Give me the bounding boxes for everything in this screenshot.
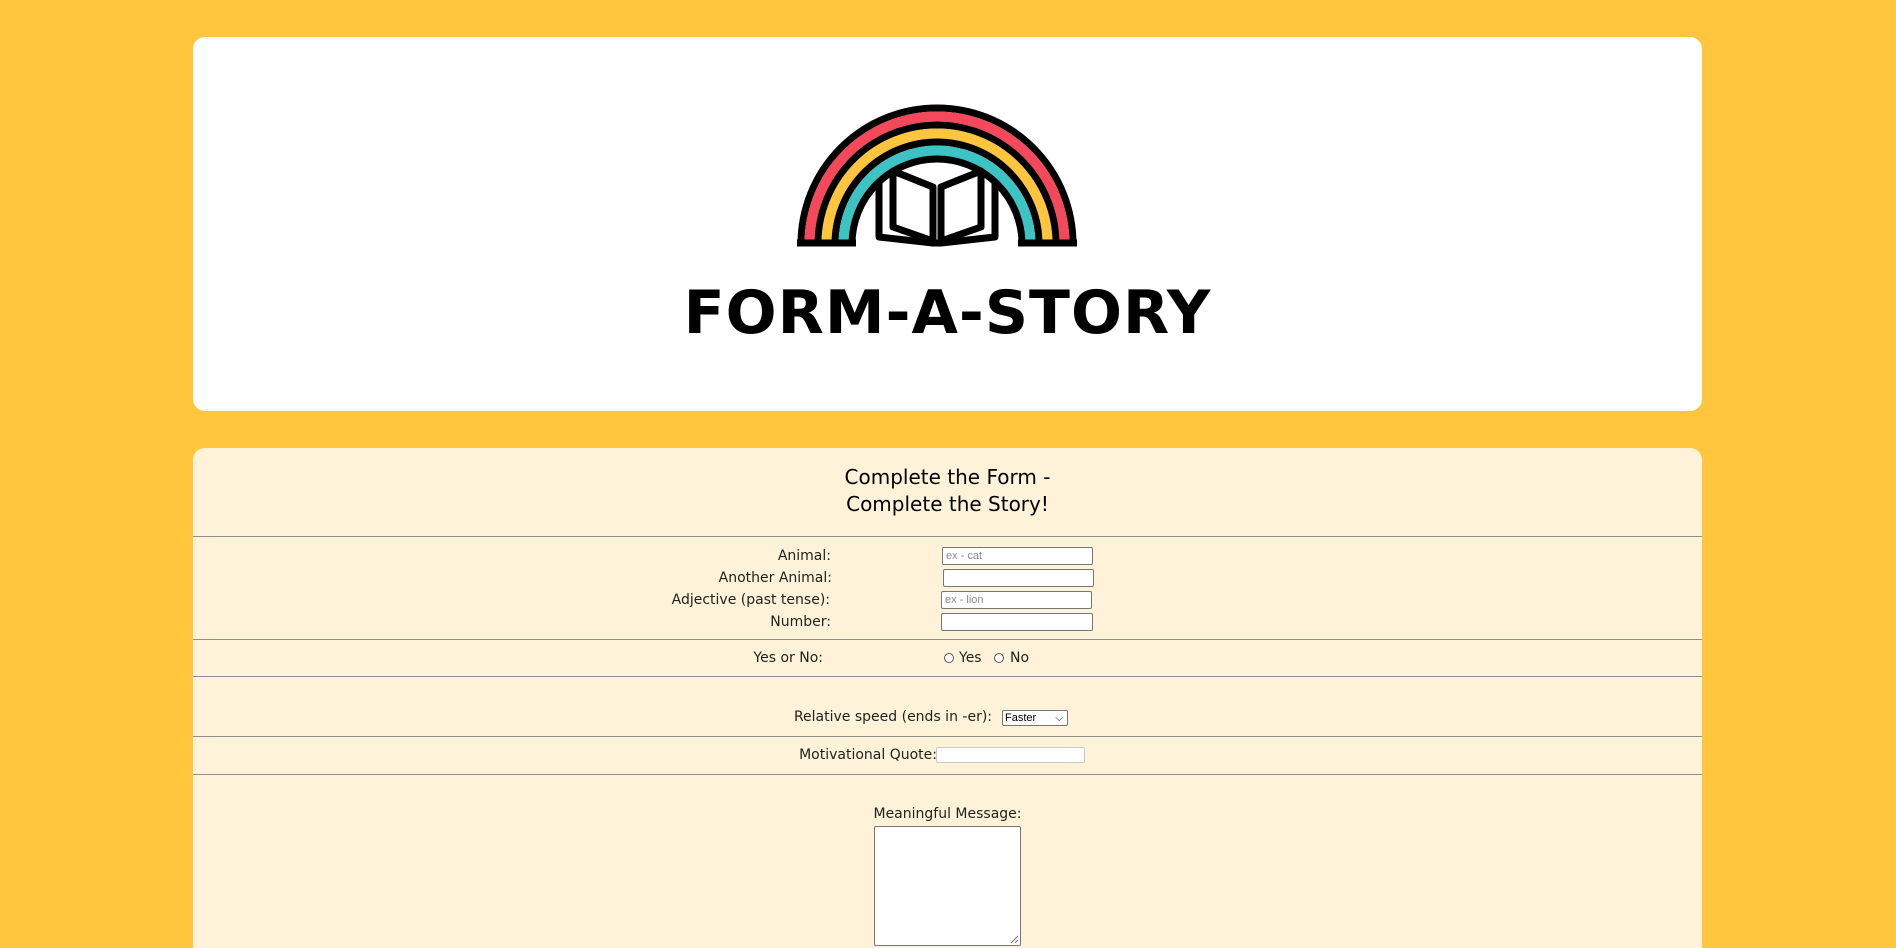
- divider: [193, 774, 1702, 775]
- relative-speed-label: Relative speed (ends in -er):: [793, 709, 992, 725]
- adjective-row: Adjective (past tense):: [193, 589, 1702, 611]
- logo-title: FORM-A-STORY: [683, 278, 1212, 348]
- number-row: Number:: [193, 611, 1702, 633]
- form-heading: Complete the Form - Complete the Story!: [193, 464, 1702, 518]
- relative-speed-row: Relative speed (ends in -er): Faster ⌵: [193, 706, 1702, 728]
- rainbow-book-icon: [797, 104, 1077, 247]
- animal-label: Animal:: [777, 548, 831, 564]
- divider: [193, 639, 1702, 640]
- no-radio[interactable]: [994, 653, 1004, 663]
- form-heading-line1: Complete the Form -: [844, 465, 1051, 489]
- relative-speed-selected: Faster: [1005, 712, 1037, 724]
- adjective-input[interactable]: [941, 591, 1092, 609]
- chevron-down-icon: ⌵: [1055, 713, 1063, 724]
- yes-no-label: Yes or No:: [753, 650, 823, 666]
- another-animal-row: Another Animal:: [193, 567, 1702, 589]
- meaningful-message-row: Meaningful Message:: [193, 803, 1702, 825]
- resize-grip-icon[interactable]: [1010, 935, 1019, 944]
- relative-speed-select[interactable]: Faster ⌵: [1002, 710, 1068, 726]
- yes-radio-label: Yes: [959, 650, 982, 666]
- header-card: FORM-A-STORY: [193, 37, 1702, 411]
- yes-radio[interactable]: [944, 653, 954, 663]
- animal-row: Animal:: [193, 545, 1702, 567]
- divider: [193, 736, 1702, 737]
- motivational-quote-input[interactable]: [936, 747, 1085, 763]
- another-animal-label: Another Animal:: [718, 570, 832, 586]
- another-animal-input[interactable]: [943, 569, 1094, 587]
- motivational-quote-label: Motivational Quote:: [799, 747, 937, 763]
- yes-no-row: Yes or No: Yes No: [193, 647, 1702, 669]
- form-heading-line2: Complete the Story!: [846, 492, 1049, 516]
- adjective-label: Adjective (past tense):: [671, 592, 830, 608]
- divider: [193, 676, 1702, 677]
- meaningful-message-label: Meaningful Message:: [873, 806, 1022, 822]
- meaningful-message-textarea[interactable]: [874, 826, 1021, 946]
- animal-input[interactable]: [942, 547, 1093, 565]
- number-input[interactable]: [941, 613, 1093, 631]
- form-card: Complete the Form - Complete the Story! …: [193, 448, 1702, 948]
- no-radio-label: No: [1010, 650, 1030, 666]
- number-label: Number:: [770, 614, 831, 630]
- divider: [193, 536, 1702, 537]
- motivational-quote-row: Motivational Quote:: [193, 744, 1702, 766]
